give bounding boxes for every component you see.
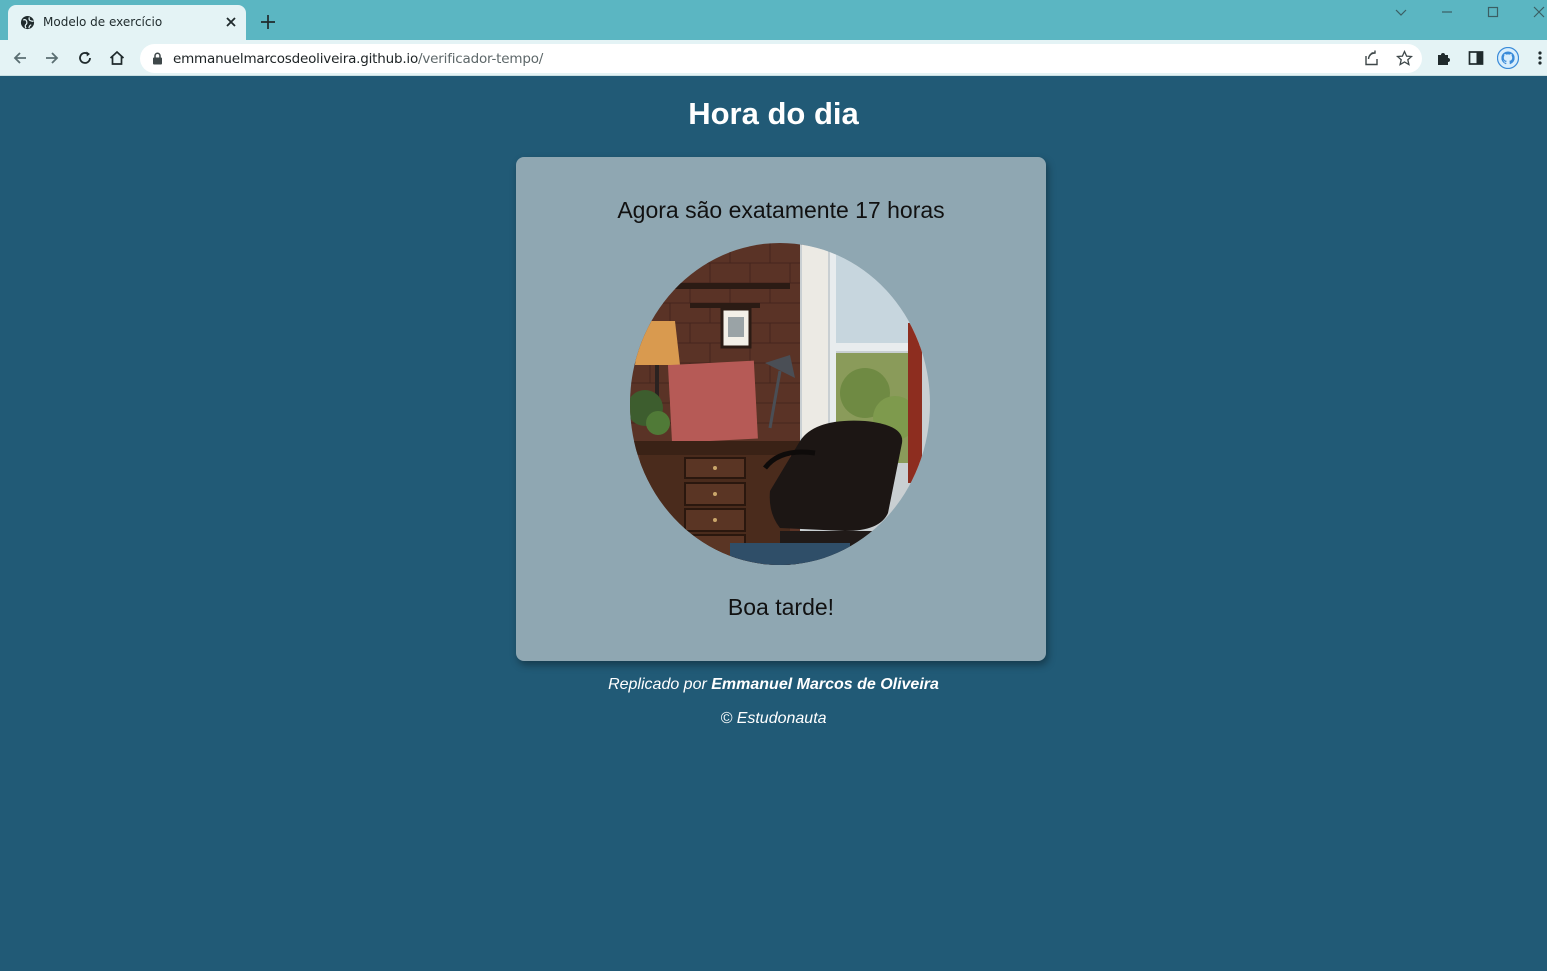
github-avatar-icon[interactable] xyxy=(1497,47,1519,69)
page-title: Hora do dia xyxy=(688,96,859,131)
home-icon[interactable] xyxy=(108,49,126,67)
office-illustration xyxy=(630,243,930,565)
afternoon-office-photo xyxy=(630,243,930,565)
url-text[interactable]: emmanuelmarcosdeoliveira.github.io/verif… xyxy=(173,51,543,67)
reload-icon[interactable] xyxy=(76,49,94,67)
maximize-icon[interactable] xyxy=(1484,3,1502,21)
greeting-message: Boa tarde! xyxy=(727,594,835,620)
minimize-icon[interactable] xyxy=(1438,3,1456,21)
tab-strip: Modelo de exercício xyxy=(0,0,1547,40)
arrow-right-icon[interactable] xyxy=(43,49,61,67)
credit-author: Emmanuel Marcos de Oliveira xyxy=(711,676,939,693)
share-icon[interactable] xyxy=(1363,50,1380,67)
time-card: Agora são exatamente 17 horas Boa tarde! xyxy=(516,157,1046,661)
active-tab[interactable]: Modelo de exercício xyxy=(8,5,246,40)
close-window-icon[interactable] xyxy=(1530,3,1547,21)
footer-credit: Replicado por Emmanuel Marcos de Oliveir… xyxy=(0,676,1547,694)
side-panel-icon[interactable] xyxy=(1467,49,1485,67)
address-bar[interactable]: emmanuelmarcosdeoliveira.github.io/verif… xyxy=(140,44,1422,73)
arrow-left-icon[interactable] xyxy=(11,49,29,67)
hour-message: Agora são exatamente 17 horas xyxy=(617,197,945,223)
tab-title: Modelo de exercício xyxy=(43,15,163,29)
credit-prefix: Replicado por xyxy=(608,676,712,693)
plus-icon[interactable] xyxy=(259,13,277,31)
star-icon[interactable] xyxy=(1396,50,1413,67)
chevron-down-icon[interactable] xyxy=(1392,3,1410,21)
url-host: emmanuelmarcosdeoliveira.github.io xyxy=(173,51,419,67)
kebab-menu-icon[interactable] xyxy=(1531,49,1545,67)
puzzle-icon[interactable] xyxy=(1435,49,1453,67)
globe-icon xyxy=(20,15,35,30)
lock-icon[interactable] xyxy=(152,52,163,65)
footer-copyright: © Estudonauta xyxy=(720,710,827,727)
url-path: /verificador-tempo/ xyxy=(418,51,544,67)
browser-toolbar: emmanuelmarcosdeoliveira.github.io/verif… xyxy=(0,40,1547,76)
close-icon[interactable] xyxy=(223,14,239,30)
